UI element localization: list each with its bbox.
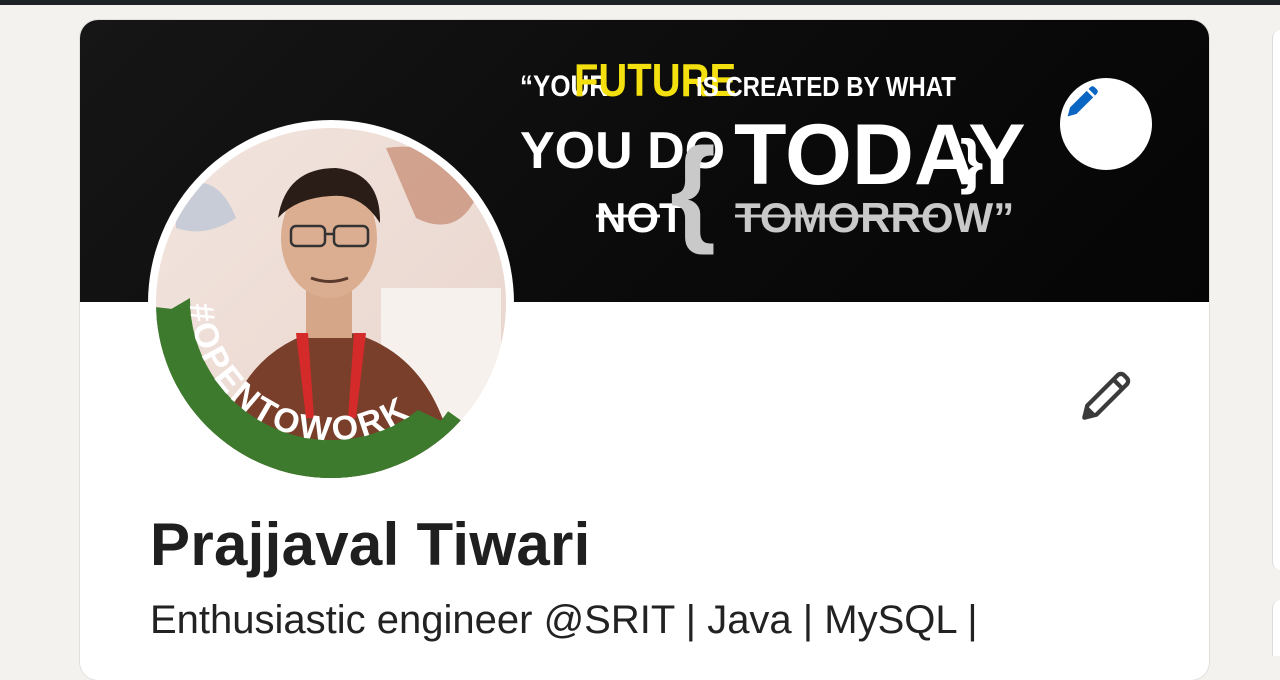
profile-photo[interactable]: #OPENTOWORK [148, 120, 514, 486]
profile-headline: Enthusiastic engineer @SRIT | Java | MyS… [150, 598, 978, 642]
edit-profile-button[interactable] [1072, 360, 1142, 430]
profile-name: Prajjaval Tiwari [150, 511, 591, 578]
edit-banner-button[interactable] [1060, 78, 1152, 170]
top-status-strip [0, 0, 1280, 5]
quote-word: IS CREATED BY WHAT [696, 72, 956, 102]
quote-brace-open: { [670, 124, 716, 256]
pencil-icon [1067, 86, 1098, 117]
adjacent-card-edge [1272, 30, 1280, 570]
quote-brace-close: } [960, 128, 983, 195]
adjacent-card-edge [1272, 600, 1280, 656]
avatar: #OPENTOWORK [156, 128, 506, 478]
profile-card: “YOUR FUTURE IS CREATED BY WHAT YOU DO N… [80, 20, 1209, 680]
pencil-icon [1082, 371, 1131, 420]
